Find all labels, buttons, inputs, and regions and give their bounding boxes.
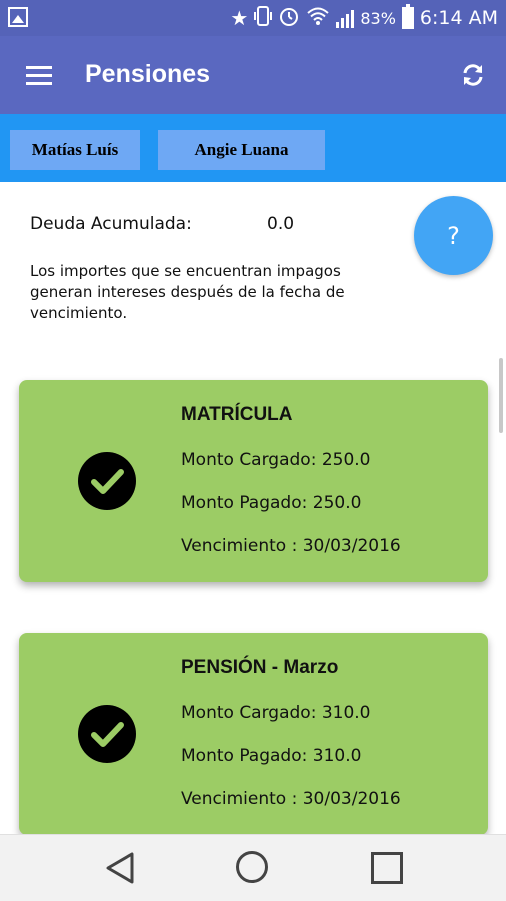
- page-title: Pensiones: [85, 60, 211, 88]
- payment-card[interactable]: PENSIÓN - Marzo Monto Cargado: 310.0 Mon…: [19, 633, 488, 834]
- recents-icon[interactable]: [371, 852, 403, 884]
- payment-card[interactable]: MATRÍCULA Monto Cargado: 250.0 Monto Pag…: [19, 380, 488, 582]
- tab-angie-luana[interactable]: Angie Luana: [158, 130, 325, 170]
- check-circle-icon: [78, 452, 136, 510]
- wifi-icon: [306, 6, 330, 31]
- debt-value: 0.0: [267, 214, 295, 234]
- amount-charged: Monto Cargado: 250.0: [181, 450, 371, 470]
- clock: 6:14 AM: [419, 7, 498, 29]
- app-bar: Pensiones: [0, 36, 506, 114]
- interest-note: Los importes que se encuentran impagos g…: [30, 262, 345, 322]
- help-button[interactable]: ?: [414, 196, 493, 275]
- battery-icon: [401, 4, 414, 29]
- scrollbar[interactable]: [499, 358, 503, 433]
- amount-charged: Monto Cargado: 310.0: [181, 703, 371, 723]
- amount-paid: Monto Pagado: 250.0: [181, 493, 362, 513]
- status-bar: ★ 83% 6:14 AM: [0, 0, 506, 36]
- student-tabs: Matías Luís Angie Luana: [0, 114, 506, 182]
- back-icon[interactable]: [104, 851, 136, 889]
- content-area: Deuda Acumulada: 0.0 Los importes que se…: [0, 182, 506, 834]
- tab-matias-luis[interactable]: Matías Luís: [10, 130, 140, 170]
- amount-paid: Monto Pagado: 310.0: [181, 746, 362, 766]
- due-date: Vencimiento : 30/03/2016: [181, 789, 401, 809]
- card-title: MATRÍCULA: [181, 404, 293, 425]
- star-icon: ★: [230, 6, 249, 30]
- gallery-icon: [8, 7, 28, 27]
- refresh-icon[interactable]: [460, 62, 486, 88]
- hamburger-icon[interactable]: [26, 66, 52, 86]
- home-icon[interactable]: [236, 851, 268, 883]
- vibrate-icon: [254, 5, 273, 32]
- check-circle-icon: [78, 705, 136, 763]
- battery-percent: 83%: [360, 8, 396, 28]
- alarm-icon: [278, 5, 300, 32]
- signal-icon: [336, 8, 355, 28]
- due-date: Vencimiento : 30/03/2016: [181, 536, 401, 556]
- system-nav-bar: [0, 834, 506, 901]
- debt-label: Deuda Acumulada:: [30, 214, 192, 234]
- card-title: PENSIÓN - Marzo: [181, 657, 339, 678]
